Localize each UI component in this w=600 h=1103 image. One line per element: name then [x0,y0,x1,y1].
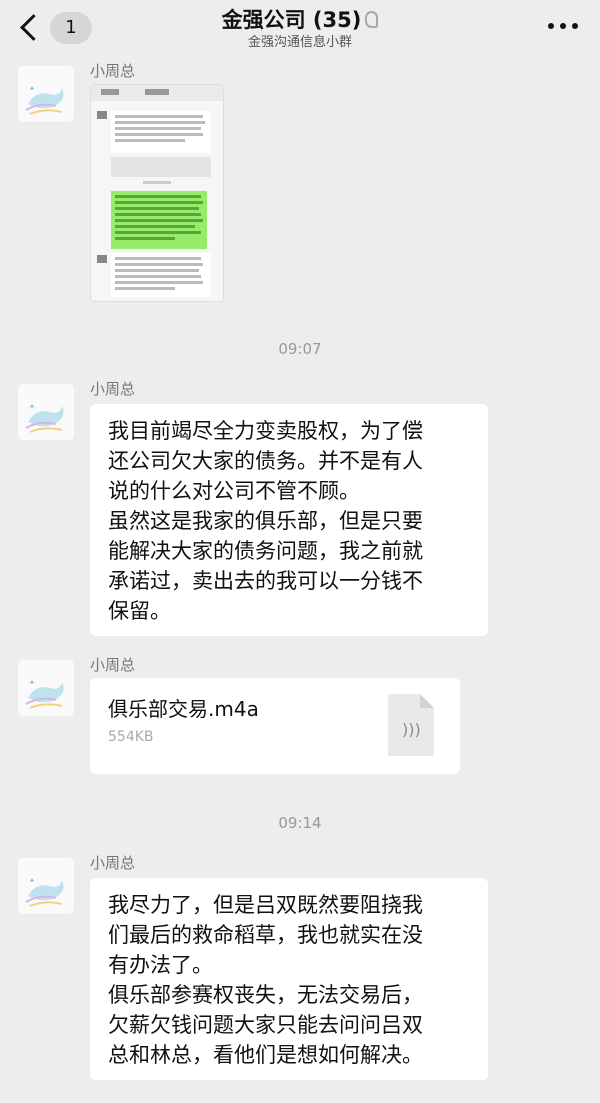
sender-name: 小周总 [90,656,136,674]
chat-title-row: 金强公司 (35) [0,6,600,34]
file-name: 俱乐部交易.m4a [108,697,259,721]
whale-avatar-icon [25,86,64,115]
whale-avatar-icon [25,404,64,433]
sender-name: 小周总 [90,854,136,872]
message-timestamp: 09:14 [278,814,322,832]
chat-title: 金强公司 (35) [221,8,362,32]
sender-name: 小周总 [90,380,136,398]
more-dot-icon [572,23,578,29]
text-message-bubble[interactable]: 我尽力了，但是吕双既然要阻挠我 们最后的救命稻草，我也就实在没 有办法了。 俱乐… [90,878,488,1080]
image-message[interactable] [90,84,224,302]
avatar[interactable] [18,66,74,122]
text-message-bubble[interactable]: 我目前竭尽全力变卖股权，为了偿 还公司欠大家的债务。并不是有人 说的什么对公司不… [90,404,488,636]
whale-avatar-icon [25,680,64,709]
message-timestamp: 09:07 [278,340,322,358]
file-message[interactable]: 俱乐部交易.m4a 554KB ))) [90,678,460,774]
file-size: 554KB [108,729,154,745]
more-options-button[interactable] [548,23,578,33]
more-dot-icon [560,23,566,29]
chat-header: 1 金强公司 (35) 金强沟通信息小群 [0,0,600,62]
more-dot-icon [548,23,554,29]
chat-screenshot-thumbnail-icon [91,85,223,297]
audio-file-icon: ))) [388,694,434,756]
earpiece-mode-icon [365,11,379,28]
page-fold-icon [420,694,434,708]
avatar[interactable] [18,384,74,440]
avatar[interactable] [18,660,74,716]
chat-subtitle: 金强沟通信息小群 [247,35,352,50]
whale-avatar-icon [25,878,64,907]
sender-name: 小周总 [90,62,136,80]
avatar[interactable] [18,858,74,914]
sound-wave-icon: ))) [402,720,421,739]
